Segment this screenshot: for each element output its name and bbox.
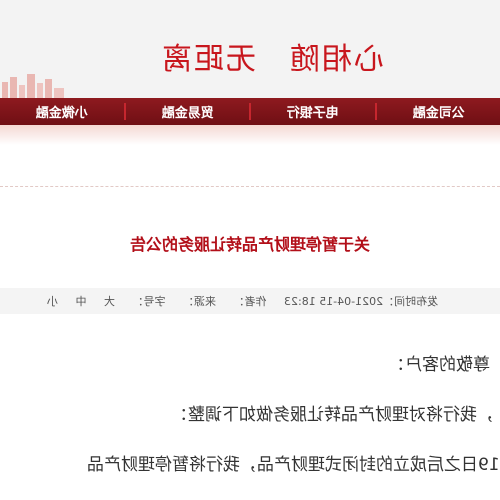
city-skyline-icon: [2, 74, 64, 98]
article-paragraph-text: 19日之后成立的封闭式理财产品，我行将暂停理财产品: [87, 455, 500, 475]
nav-item-trade-finance[interactable]: 贸易金融: [126, 102, 250, 121]
nav-item-corporate-finance[interactable]: 公司金融: [377, 102, 500, 121]
author-label: 作者：: [233, 295, 267, 308]
article-paragraph: 尊敬的客户：: [388, 350, 490, 375]
font-size-large-button[interactable]: 大: [104, 295, 115, 308]
publish-time: 发布时间：2021-04-15 18:23: [283, 295, 438, 308]
nav-item-e-banking[interactable]: 电子银行: [251, 102, 375, 121]
section-divider: [0, 186, 500, 187]
article-paragraph: ，我行将对理财产品转让服务做如下调整：: [171, 400, 494, 425]
nav-shadow-stripe: [0, 125, 500, 145]
font-size-medium-button[interactable]: 中: [75, 295, 86, 308]
article-title: 关于暂停理财产品转让服务的公告: [0, 231, 500, 255]
header-banner: 心相随 无距离: [0, 0, 500, 98]
article-paragraph: 19日之后成立的封闭式理财产品，我行将暂停理财产品: [87, 450, 500, 475]
main-nav: 小微金融 贸易金融 电子银行 公司金融: [0, 98, 500, 125]
article-paragraph-text: ，我行将对理财产品转让服务做如下调整：: [171, 405, 494, 425]
article-meta-bar: 发布时间：2021-04-15 18:23 作者： 来源： 字号： 大 中 小: [0, 288, 500, 314]
font-size-label: 字号：: [132, 295, 166, 308]
font-size-small-button[interactable]: 小: [47, 295, 58, 308]
source-label: 来源：: [182, 295, 216, 308]
article-meta-row: 发布时间：2021-04-15 18:23 作者： 来源： 字号： 大 中 小: [47, 293, 452, 309]
nav-item-small-business[interactable]: 小微金融: [0, 102, 124, 121]
article-paragraph-text: 尊敬的客户：: [388, 355, 490, 375]
banner-slogan: 心相随 无距离: [160, 42, 384, 77]
article-title-text: 关于暂停理财产品转让服务的公告: [129, 235, 370, 254]
